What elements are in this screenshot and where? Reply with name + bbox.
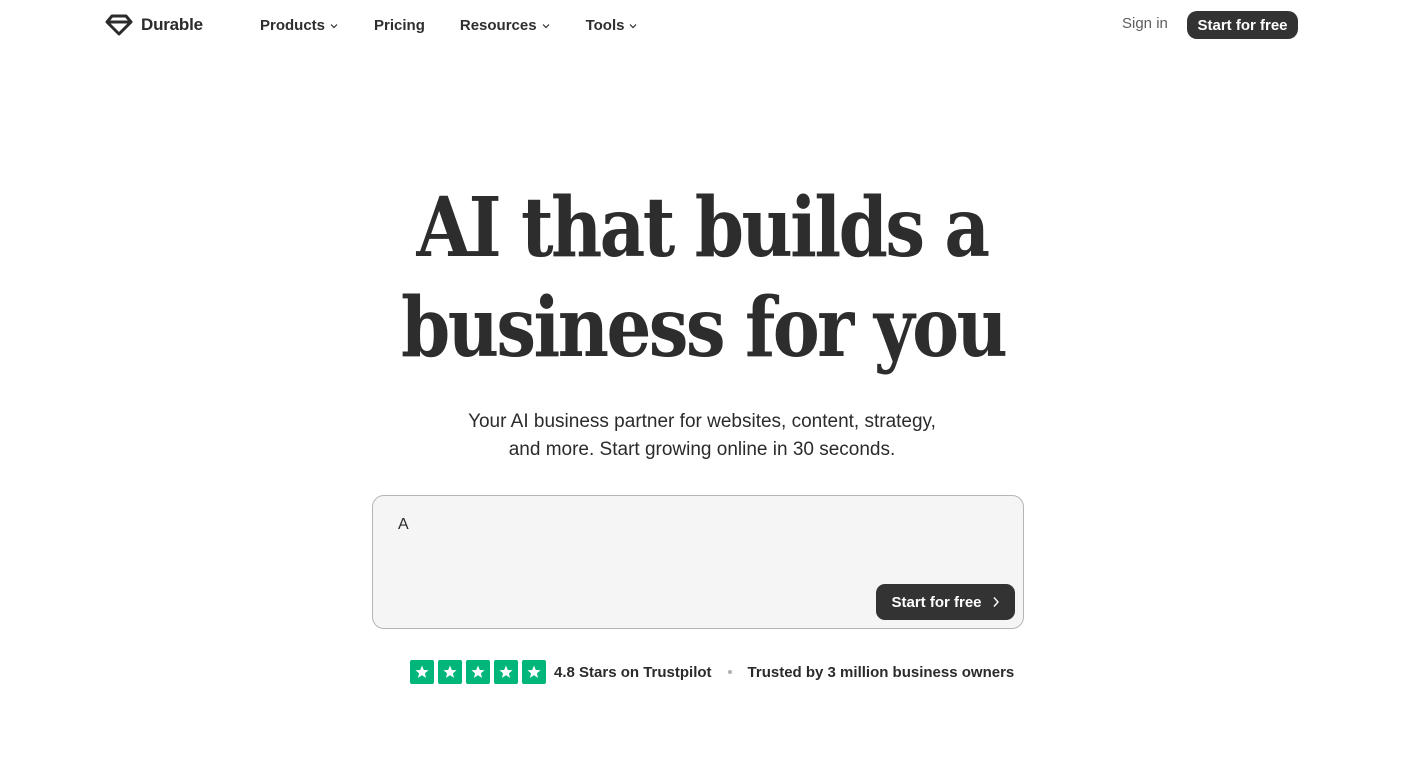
sign-in-link[interactable]: Sign in xyxy=(1122,15,1168,32)
star-icon xyxy=(410,660,434,684)
hero-title-line-1: AI that builds a xyxy=(416,180,990,276)
nav-resources[interactable]: Resources xyxy=(460,17,551,34)
business-prompt-input[interactable]: A Start for free xyxy=(372,495,1024,629)
star-icon xyxy=(494,660,518,684)
chevron-down-icon xyxy=(630,24,637,29)
chevron-down-icon xyxy=(330,24,338,29)
trusted-by-text: Trusted by 3 million business owners xyxy=(747,663,1015,681)
nav-products-label: Products xyxy=(260,16,326,34)
prompt-start-label: Start for free xyxy=(891,593,982,611)
site-header: Durable Products Pricing Resources Tools… xyxy=(0,0,1405,50)
trustpilot-stars xyxy=(410,660,546,684)
hero-subtitle-line-1: Your AI business partner for websites, c… xyxy=(468,411,936,432)
nav-resources-label: Resources xyxy=(459,16,537,34)
hero-title-line-2: business for you xyxy=(401,280,1008,376)
hero-subtitle-line-2: and more. Start growing online in 30 sec… xyxy=(508,439,896,460)
prompt-start-button[interactable]: Start for free xyxy=(876,584,1015,620)
star-icon xyxy=(522,660,546,684)
trust-row: 4.8 Stars on Trustpilot Trusted by 3 mil… xyxy=(410,660,1014,684)
trustpilot-rating: 4.8 Stars on Trustpilot xyxy=(554,663,712,681)
header-start-button[interactable]: Start for free xyxy=(1187,11,1298,39)
nav-pricing[interactable]: Pricing xyxy=(374,17,425,34)
hero-title: AI that builds a business for you xyxy=(401,178,1008,378)
nav-products[interactable]: Products xyxy=(260,17,339,34)
logo-text: Durable xyxy=(141,15,203,34)
nav-pricing-label: Pricing xyxy=(374,16,425,34)
chevron-down-icon xyxy=(542,24,550,29)
nav-tools[interactable]: Tools xyxy=(586,17,639,34)
nav-tools-label: Tools xyxy=(585,16,625,34)
star-icon xyxy=(466,660,490,684)
main-nav: Products Pricing Resources Tools xyxy=(260,14,638,36)
logo[interactable]: Durable xyxy=(105,12,203,38)
prompt-input-value[interactable]: A xyxy=(398,516,409,534)
chevron-right-icon xyxy=(992,597,999,607)
separator-dot xyxy=(727,670,732,674)
star-icon xyxy=(438,660,462,684)
durable-logo-icon xyxy=(105,14,133,36)
hero-subtitle: Your AI business partner for websites, c… xyxy=(402,408,1002,464)
